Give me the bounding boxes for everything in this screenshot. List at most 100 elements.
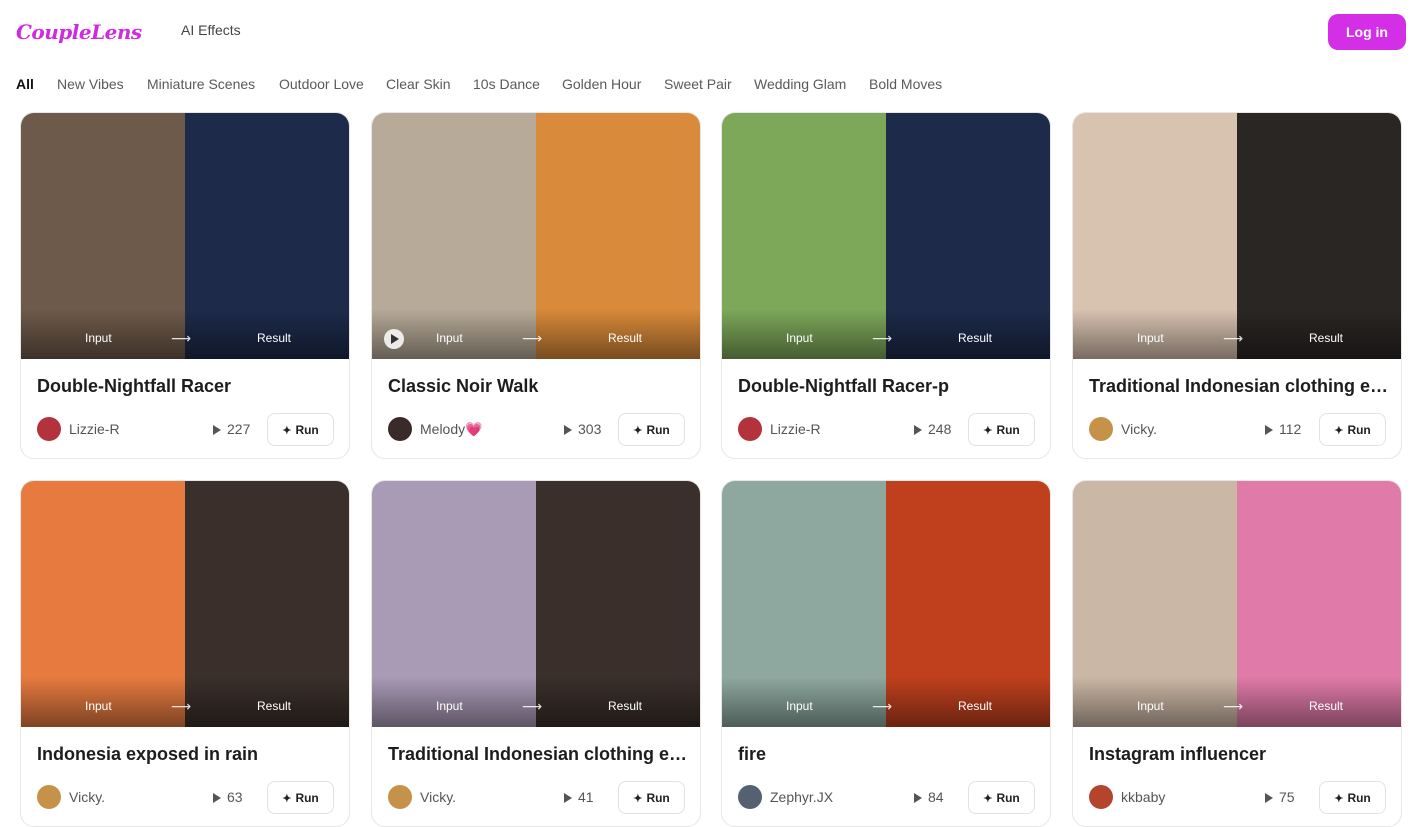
- magic-wand-icon: ✦: [1334, 424, 1344, 437]
- tab-10s-dance[interactable]: 10s Dance: [473, 76, 540, 92]
- author-name[interactable]: Vicky.: [69, 789, 105, 805]
- arrow-right-icon: ⟶: [1223, 330, 1244, 346]
- magic-wand-icon: ✦: [282, 424, 292, 437]
- author-name[interactable]: Vicky.: [1121, 421, 1157, 437]
- input-label: Input: [436, 331, 463, 345]
- play-count: 63: [213, 789, 243, 805]
- arrow-right-icon: ⟶: [522, 698, 543, 714]
- magic-wand-icon: ✦: [1334, 792, 1344, 805]
- login-button[interactable]: Log in: [1328, 14, 1406, 50]
- effect-card[interactable]: Input ⟶ Result Traditional Indonesian cl…: [371, 480, 701, 827]
- run-button[interactable]: ✦ Run: [968, 413, 1035, 446]
- run-button[interactable]: ✦ Run: [618, 781, 685, 814]
- category-tabs: All New Vibes Miniature Scenes Outdoor L…: [0, 64, 1422, 104]
- run-button[interactable]: ✦ Run: [267, 781, 334, 814]
- avatar[interactable]: [1089, 785, 1113, 809]
- run-button[interactable]: ✦ Run: [267, 413, 334, 446]
- tab-golden-hour[interactable]: Golden Hour: [562, 76, 641, 92]
- card-preview[interactable]: Input ⟶ Result: [21, 113, 349, 359]
- magic-wand-icon: ✦: [983, 792, 993, 805]
- run-button[interactable]: ✦ Run: [1319, 413, 1386, 446]
- input-label: Input: [1137, 331, 1164, 345]
- play-icon: [914, 793, 922, 804]
- card-preview[interactable]: Input ⟶ Result: [1073, 481, 1401, 727]
- result-label: Result: [608, 699, 643, 713]
- tab-miniature-scenes[interactable]: Miniature Scenes: [147, 76, 255, 92]
- play-icon: [564, 793, 572, 804]
- tab-sweet-pair[interactable]: Sweet Pair: [664, 76, 732, 92]
- tab-bold-moves[interactable]: Bold Moves: [869, 76, 942, 92]
- author-name[interactable]: Lizzie-R: [770, 421, 821, 437]
- card-preview[interactable]: Input ⟶ Result: [722, 481, 1050, 727]
- play-icon: [564, 425, 572, 436]
- avatar[interactable]: [1089, 417, 1113, 441]
- card-preview[interactable]: Input ⟶ Result: [722, 113, 1050, 359]
- effect-card[interactable]: Input ⟶ Result Indonesia exposed in rain…: [20, 480, 350, 827]
- input-image: [372, 481, 536, 604]
- arrow-right-icon: ⟶: [171, 698, 192, 714]
- effect-card[interactable]: Input ⟶ Result Double-Nightfall Racer Li…: [20, 112, 350, 459]
- card-preview[interactable]: Input ⟶ Result: [372, 481, 700, 727]
- avatar[interactable]: [738, 785, 762, 809]
- run-button[interactable]: ✦ Run: [1319, 781, 1386, 814]
- play-icon: [1265, 425, 1273, 436]
- play-icon: [914, 425, 922, 436]
- run-button[interactable]: ✦ Run: [618, 413, 685, 446]
- tab-all[interactable]: All: [16, 76, 34, 92]
- play-count: 41: [564, 789, 594, 805]
- card-title: fire: [738, 744, 767, 764]
- tab-clear-skin[interactable]: Clear Skin: [386, 76, 451, 92]
- input-label: Input: [786, 331, 813, 345]
- effect-card[interactable]: Input ⟶ Result fire Zephyr.JX 84 ✦ Run: [721, 480, 1051, 827]
- card-title: Double-Nightfall Racer-p: [738, 376, 950, 396]
- avatar[interactable]: [388, 417, 412, 441]
- result-label: Result: [608, 331, 643, 345]
- result-label: Result: [257, 699, 292, 713]
- card-preview[interactable]: Input ⟶ Result: [1073, 113, 1401, 359]
- author-name[interactable]: Vicky.: [420, 789, 456, 805]
- card-title: Traditional Indonesian clothing ex...: [388, 744, 688, 764]
- card-preview[interactable]: Input ⟶ Result: [21, 481, 349, 727]
- brand-logo[interactable]: CoupleLens: [16, 20, 142, 44]
- avatar[interactable]: [37, 785, 61, 809]
- input-label: Input: [85, 699, 112, 713]
- effect-card[interactable]: Input ⟶ Result Classic Noir Walk Melody💗…: [371, 112, 701, 459]
- avatar[interactable]: [738, 417, 762, 441]
- run-button[interactable]: ✦ Run: [968, 781, 1035, 814]
- nav-ai-effects[interactable]: AI Effects: [181, 22, 241, 38]
- author-name[interactable]: kkbaby: [1121, 789, 1165, 805]
- author-name[interactable]: Lizzie-R: [69, 421, 120, 437]
- tab-outdoor-love[interactable]: Outdoor Love: [279, 76, 364, 92]
- arrow-right-icon: ⟶: [522, 330, 543, 346]
- avatar[interactable]: [388, 785, 412, 809]
- play-count: 248: [914, 421, 951, 437]
- input-image: [21, 481, 185, 604]
- author-name[interactable]: Zephyr.JX: [770, 789, 833, 805]
- result-label: Result: [958, 331, 993, 345]
- card-title: Traditional Indonesian clothing ex...: [1089, 376, 1389, 396]
- tab-new-vibes[interactable]: New Vibes: [57, 76, 124, 92]
- effect-card[interactable]: Input ⟶ Result Traditional Indonesian cl…: [1072, 112, 1402, 459]
- play-count: 303: [564, 421, 601, 437]
- card-preview[interactable]: Input ⟶ Result: [372, 113, 700, 359]
- magic-wand-icon: ✦: [282, 792, 292, 805]
- result-label: Result: [257, 331, 292, 345]
- input-image: [1073, 113, 1237, 236]
- tab-wedding-glam[interactable]: Wedding Glam: [754, 76, 846, 92]
- play-count: 84: [914, 789, 944, 805]
- effect-card[interactable]: Input ⟶ Result Instagram influencer kkba…: [1072, 480, 1402, 827]
- play-icon[interactable]: [384, 329, 404, 349]
- input-label: Input: [1137, 699, 1164, 713]
- magic-wand-icon: ✦: [983, 424, 993, 437]
- avatar[interactable]: [37, 417, 61, 441]
- arrow-right-icon: ⟶: [872, 330, 893, 346]
- result-label: Result: [958, 699, 993, 713]
- author-name[interactable]: Melody💗: [420, 421, 483, 438]
- card-title: Classic Noir Walk: [388, 376, 539, 396]
- effect-card[interactable]: Input ⟶ Result Double-Nightfall Racer-p …: [721, 112, 1051, 459]
- input-label: Input: [436, 699, 463, 713]
- play-icon: [213, 425, 221, 436]
- result-label: Result: [1309, 331, 1344, 345]
- card-title: Double-Nightfall Racer: [37, 376, 232, 396]
- play-count: 112: [1265, 421, 1301, 437]
